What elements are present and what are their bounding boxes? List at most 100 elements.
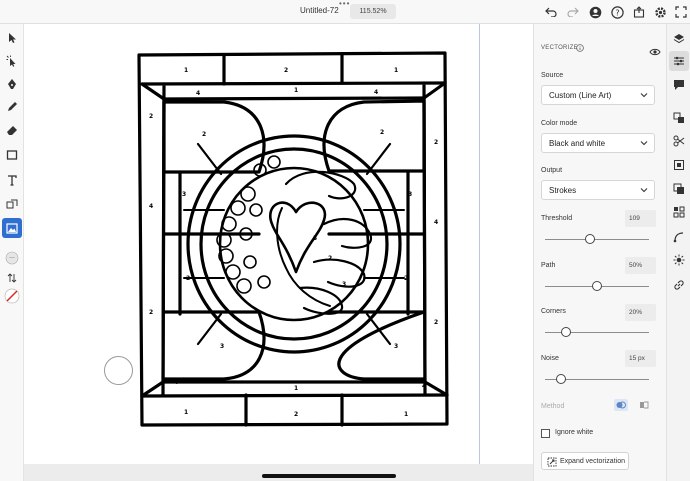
svg-text:3: 3 [408, 191, 412, 198]
layers-icon[interactable] [669, 29, 689, 49]
svg-text:2: 2 [186, 275, 190, 282]
svg-text:1: 1 [184, 409, 188, 416]
export-icon[interactable] [631, 4, 647, 20]
svg-text:2: 2 [380, 129, 384, 136]
comments-icon[interactable] [669, 75, 689, 95]
svg-text:4: 4 [149, 203, 153, 210]
more-tools-icon[interactable]: ··· [2, 248, 22, 268]
top-bar: ••• Untitled-72 115.52% ? [0, 0, 690, 24]
svg-text:4: 4 [422, 383, 426, 390]
swap-colors-icon[interactable] [2, 268, 22, 288]
threshold-value[interactable]: 109 [625, 210, 656, 227]
svg-text:3: 3 [313, 235, 317, 242]
canvas[interactable]: 4 1 4 2 2 3 3 2 2 3 3 4 1 4 3 2 3 2 4 2 2 4 2 1 2 1 1 2 1 [24, 24, 533, 464]
svg-text:2: 2 [149, 113, 153, 120]
svg-text:3: 3 [220, 343, 224, 350]
svg-text:···: ··· [9, 255, 15, 262]
path-value[interactable]: 50% [625, 257, 656, 274]
chevron-down-icon [640, 186, 648, 196]
select-tool-icon[interactable] [2, 28, 22, 48]
svg-text:4: 4 [174, 379, 178, 386]
rectangle-tool-icon[interactable] [2, 145, 22, 165]
ignore-white-label[interactable]: Ignore white [555, 429, 593, 436]
fullscreen-icon[interactable] [673, 4, 689, 20]
direct-select-icon[interactable] [2, 51, 22, 71]
type-tool-icon[interactable] [2, 170, 22, 190]
svg-text:3: 3 [182, 191, 186, 198]
svg-text:2: 2 [328, 255, 332, 262]
threshold-slider-knob[interactable] [584, 234, 595, 244]
image-tool-icon[interactable] [2, 218, 22, 238]
color-mode-select[interactable]: Black and white [541, 133, 655, 153]
corners-label: Corners [541, 308, 566, 315]
threshold-label: Threshold [541, 215, 573, 222]
panel-heading: VECTORIZE [541, 45, 578, 51]
zoom-level[interactable]: 115.52% [350, 4, 396, 19]
svg-text:4: 4 [374, 89, 378, 96]
svg-text:2: 2 [434, 319, 438, 326]
repeat-icon[interactable] [669, 202, 689, 222]
svg-text:1: 1 [184, 67, 188, 74]
output-select[interactable]: Strokes [541, 180, 655, 200]
eraser-tool-icon[interactable] [2, 120, 22, 140]
method-abutting-icon[interactable] [637, 399, 651, 411]
svg-text:2: 2 [284, 67, 288, 74]
path-slider-knob[interactable] [592, 281, 602, 291]
effects-icon[interactable] [669, 250, 689, 270]
ignore-white-checkbox[interactable] [541, 429, 550, 438]
svg-text:2: 2 [202, 131, 206, 138]
vectorized-artwork[interactable]: 4 1 4 2 2 3 3 2 2 3 3 4 1 4 3 2 3 2 4 2 2 4 2 1 2 1 1 2 1 [24, 24, 533, 464]
svg-text:1: 1 [294, 385, 298, 392]
shape-builder-icon[interactable] [2, 194, 22, 214]
chevron-down-icon [640, 91, 648, 101]
scissors-icon[interactable] [669, 131, 689, 151]
svg-text:1: 1 [404, 411, 408, 418]
help-icon[interactable]: ? [609, 4, 625, 20]
settings-icon[interactable] [652, 4, 668, 20]
drag-handle-dots[interactable]: ••• [339, 0, 350, 8]
eye-icon[interactable] [649, 43, 661, 61]
source-select[interactable]: Custom (Line Art) [541, 85, 655, 105]
svg-text:?: ? [615, 8, 619, 17]
svg-text:1: 1 [294, 87, 298, 94]
pathfinder-icon[interactable] [669, 179, 689, 199]
redo-icon[interactable] [565, 4, 581, 20]
document-title[interactable]: Untitled-72 [300, 6, 339, 15]
svg-text:2: 2 [434, 139, 438, 146]
pen-tool-icon[interactable] [2, 74, 22, 94]
warp-icon[interactable] [669, 227, 689, 247]
output-value: Strokes [549, 185, 577, 195]
method-label: Method [541, 403, 565, 410]
quick-action-circle[interactable] [104, 356, 133, 385]
threshold-slider[interactable] [545, 239, 649, 240]
chevron-down-icon [640, 139, 648, 149]
svg-text:4: 4 [196, 90, 200, 97]
info-icon[interactable] [576, 44, 584, 54]
svg-text:2: 2 [149, 309, 153, 316]
output-label: Output [541, 167, 563, 174]
method-overlapping-icon[interactable] [614, 399, 628, 411]
undo-icon[interactable] [543, 4, 559, 20]
noise-slider-knob[interactable] [555, 374, 566, 384]
fill-stroke-icon[interactable] [2, 286, 22, 306]
expand-vectorization-button[interactable]: Expand vectorization [541, 452, 629, 470]
corners-value[interactable]: 20% [625, 304, 656, 321]
link-icon[interactable] [669, 275, 689, 295]
noise-value[interactable]: 15 px [625, 350, 656, 367]
svg-text:3: 3 [394, 343, 398, 350]
expand-icon [547, 457, 557, 469]
vectorize-panel: VECTORIZE Source Custom (Line Art) Color… [533, 24, 666, 481]
svg-text:2: 2 [404, 275, 408, 282]
pencil-tool-icon[interactable] [2, 97, 22, 117]
user-share-icon[interactable] [587, 4, 603, 20]
corners-slider-knob[interactable] [560, 327, 571, 337]
align-icon[interactable] [669, 108, 689, 128]
transform-icon[interactable] [669, 155, 689, 175]
tool-bar: ··· [0, 24, 24, 481]
home-indicator[interactable] [262, 474, 396, 478]
properties-icon[interactable] [669, 51, 689, 71]
panel-icon-rail [666, 24, 690, 481]
svg-text:3: 3 [342, 281, 346, 288]
source-label: Source [541, 72, 564, 79]
expand-vectorization-label: Expand vectorization [560, 457, 625, 465]
